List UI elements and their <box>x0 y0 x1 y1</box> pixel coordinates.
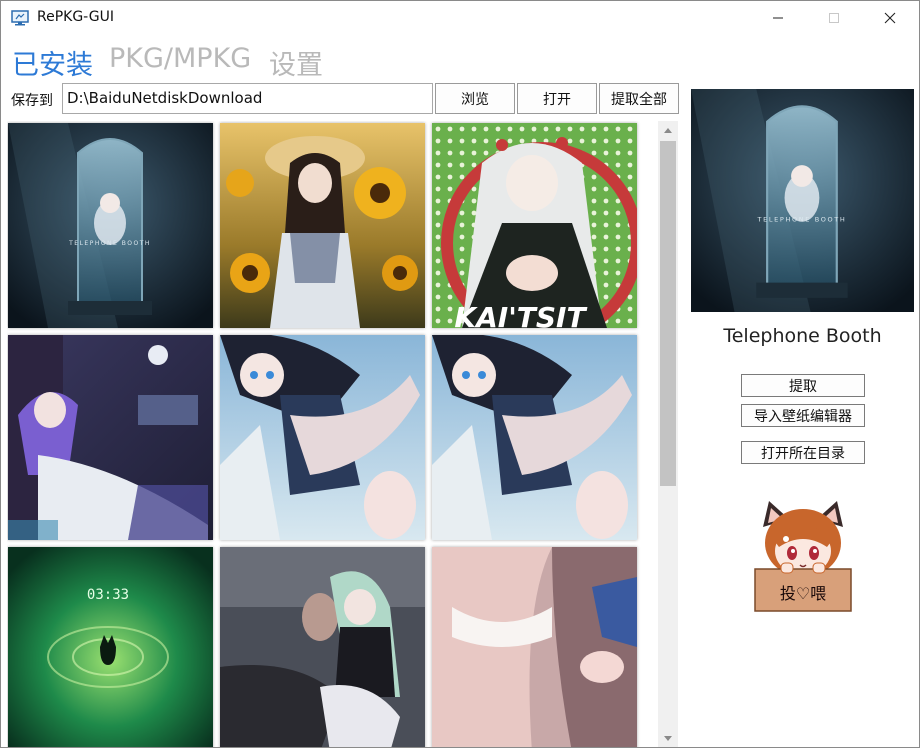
wallpaper-thumbnail[interactable] <box>432 335 637 540</box>
wallpaper-image: TELEPHONE BOOTH <box>8 123 213 328</box>
close-button[interactable] <box>867 1 913 35</box>
wallpaper-image <box>432 547 637 747</box>
extract-all-button[interactable]: 提取全部 <box>599 83 679 114</box>
scroll-up-button[interactable] <box>658 121 678 139</box>
minimize-button[interactable] <box>755 1 801 35</box>
extract-button[interactable]: 提取 <box>741 374 865 397</box>
wallpaper-thumbnail[interactable] <box>220 335 425 540</box>
save-to-label: 保存到 <box>11 93 53 109</box>
wallpaper-overlay-text: 03:33 <box>87 587 129 603</box>
save-path-input[interactable]: D:\BaiduNetdiskDownload <box>62 83 433 114</box>
tab-pkg-mpkg[interactable]: PKG/MPKG <box>109 43 251 74</box>
wallpaper-image: KAI'TSIT <box>432 123 637 328</box>
donate-label: 投♡喂 <box>780 584 826 603</box>
open-button[interactable]: 打开 <box>517 83 597 114</box>
wallpaper-thumbnail[interactable] <box>220 123 425 328</box>
preview-image: TELEPHONE BOOTH <box>691 89 914 312</box>
wallpaper-grid: TELEPHONE BOOTH KAI'TSIT 03:33 <box>7 121 657 747</box>
wallpaper-image <box>220 547 425 747</box>
title-bar[interactable]: RePKG-GUI <box>1 1 919 35</box>
scrollbar-thumb[interactable] <box>660 141 676 486</box>
maximize-icon <box>829 13 839 23</box>
open-directory-button[interactable]: 打开所在目录 <box>741 441 865 464</box>
wallpaper-thumbnail[interactable] <box>220 547 425 747</box>
grid-scrollbar[interactable] <box>658 121 678 747</box>
wallpaper-thumbnail[interactable] <box>432 547 637 747</box>
wallpaper-thumbnail[interactable] <box>8 335 213 540</box>
app-window: RePKG-GUI 已安装 PKG/MPKG 设置 保存到 D:\BaiduNe… <box>0 0 920 748</box>
preview-overlay-text: TELEPHONE BOOTH <box>757 216 847 224</box>
browse-button[interactable]: 浏览 <box>435 83 515 114</box>
close-icon <box>884 12 896 24</box>
wallpaper-thumbnail[interactable]: KAI'TSIT <box>432 123 637 328</box>
wallpaper-image <box>220 335 425 540</box>
scroll-down-button[interactable] <box>658 729 678 747</box>
chevron-up-icon <box>664 127 672 133</box>
window-title: RePKG-GUI <box>37 9 114 25</box>
wallpaper-image <box>220 123 425 328</box>
wallpaper-thumbnail[interactable]: 03:33 <box>8 547 213 747</box>
wallpaper-overlay-text: TELEPHONE BOOTH <box>68 240 151 247</box>
wallpaper-thumbnail[interactable]: TELEPHONE BOOTH <box>8 123 213 328</box>
wallpaper-title: Telephone Booth <box>723 325 882 347</box>
app-icon <box>11 10 29 26</box>
minimize-icon <box>773 17 783 19</box>
maximize-button[interactable] <box>811 1 857 35</box>
tab-settings[interactable]: 设置 <box>269 43 323 82</box>
wallpaper-image <box>432 335 637 540</box>
import-to-editor-button[interactable]: 导入壁纸编辑器 <box>741 404 865 427</box>
wallpaper-overlay-text: KAI'TSIT <box>454 301 587 328</box>
donate-mascot-button[interactable]: 投♡喂 <box>751 499 855 613</box>
wallpaper-image: 03:33 <box>8 547 213 747</box>
wallpaper-preview: TELEPHONE BOOTH <box>691 89 914 312</box>
tab-installed[interactable]: 已安装 <box>12 43 93 82</box>
wallpaper-image <box>8 335 213 540</box>
cat-girl-mascot-icon <box>763 501 843 577</box>
chevron-down-icon <box>664 735 672 741</box>
